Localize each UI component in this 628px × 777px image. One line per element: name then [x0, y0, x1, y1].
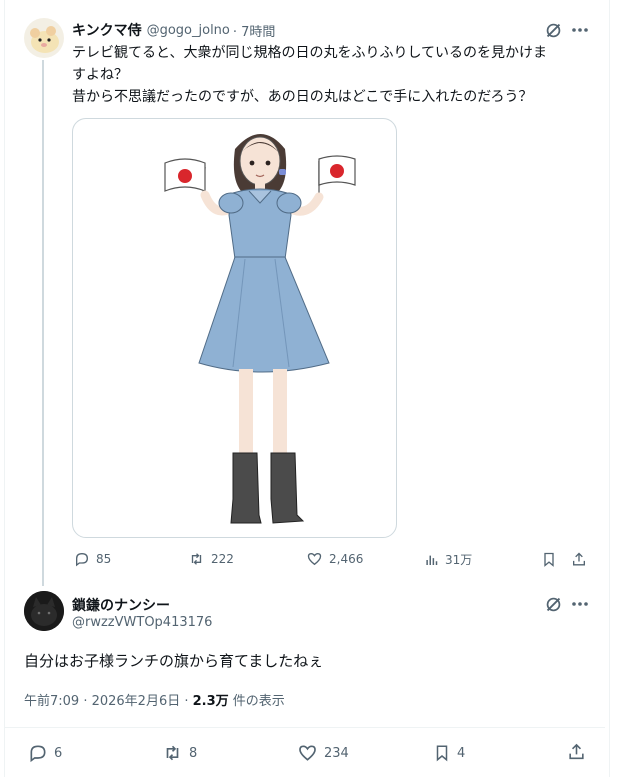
repost-count: 8 [189, 745, 198, 761]
more-options-button[interactable] [570, 595, 590, 613]
user-avatar[interactable] [24, 591, 64, 631]
like-button[interactable]: 234 [297, 743, 349, 763]
reply-button[interactable]: 85 [74, 551, 111, 567]
reply-text: 自分はお子様ランチの旗から育てましたねぇ [24, 652, 324, 670]
repost-icon [166, 745, 179, 761]
reply-button[interactable]: 6 [28, 743, 62, 763]
author-handle[interactable]: @gogo_jolno [147, 23, 230, 38]
views-button[interactable]: 31万 [424, 551, 472, 568]
thread-connector-line [42, 60, 44, 586]
reply-handle-row: @rwzzVWTOp413176 [72, 615, 212, 630]
repost-button[interactable]: 8 [162, 743, 197, 763]
like-icon [307, 552, 322, 566]
bookmark-button[interactable] [540, 550, 558, 568]
tweet-text: テレビ観てると、大衆が同じ規格の日の丸をふりふりしているのを見かけま すよね？ … [72, 42, 602, 108]
girl-waving-flags-illustration [164, 134, 356, 524]
tweet-time[interactable]: · 7時間 [233, 21, 276, 40]
grok-icon [546, 597, 560, 611]
reply-icon [76, 552, 89, 567]
like-count: 234 [324, 745, 349, 761]
tweet-text-line: テレビ観てると、大衆が同じ規格の日の丸をふりふりしているのを見かけま [72, 45, 548, 61]
author-name[interactable]: キンクマ侍 [72, 20, 142, 40]
repost-count: 222 [211, 552, 234, 566]
share-icon [568, 743, 584, 760]
cat-avatar-image [24, 591, 64, 631]
reply-icon [30, 745, 46, 763]
hamster-avatar[interactable] [24, 18, 64, 58]
reply-views-label: 件の表示 [232, 694, 285, 709]
tweet-header: キンクマ侍 @gogo_jolno · 7時間 [72, 20, 275, 40]
tweet-text-line: すよね？ [72, 67, 128, 83]
share-button[interactable] [570, 550, 588, 568]
grok-button[interactable] [544, 21, 562, 39]
repost-button[interactable]: 222 [188, 551, 234, 567]
share-button[interactable] [566, 742, 586, 762]
reply-author: 鎖鎌のナンシー [72, 595, 170, 615]
share-icon [573, 552, 585, 565]
tweet-text-line: 昔から不思議だったのですが、あの日の丸はどこで手に入れたのだろう？ [72, 89, 533, 105]
bookmark-count: 4 [457, 745, 466, 761]
hamster-avatar-image [30, 26, 59, 53]
reply-count: 6 [54, 745, 63, 761]
reply-author-handle[interactable]: @rwzzVWTOp413176 [72, 615, 212, 630]
repost-icon [191, 553, 202, 565]
divider [5, 727, 605, 728]
bookmark-icon [544, 552, 554, 567]
reply-author-name[interactable]: 鎖鎌のナンシー [72, 595, 170, 615]
grok-icon [546, 23, 560, 37]
more-options-button[interactable] [570, 21, 590, 39]
more-icon [572, 28, 588, 32]
tweet-image[interactable] [72, 118, 397, 538]
like-count: 2,466 [329, 552, 364, 566]
bookmark-button[interactable]: 4 [433, 743, 465, 763]
views-count: 31万 [445, 553, 473, 567]
views-icon [426, 555, 438, 565]
reply-timestamp[interactable]: 午前7:09 · 2026年2月6日 · [24, 694, 188, 709]
like-button[interactable]: 2,466 [306, 551, 363, 567]
like-icon [299, 745, 316, 761]
reply-count: 85 [96, 552, 112, 566]
grok-button[interactable] [544, 595, 562, 613]
reply-views-count: 2.3万 [192, 694, 229, 709]
more-icon [572, 602, 588, 606]
bookmark-icon [436, 745, 448, 762]
reply-meta: 午前7:09 · 2026年2月6日 · 2.3万 件の表示 [24, 690, 285, 709]
